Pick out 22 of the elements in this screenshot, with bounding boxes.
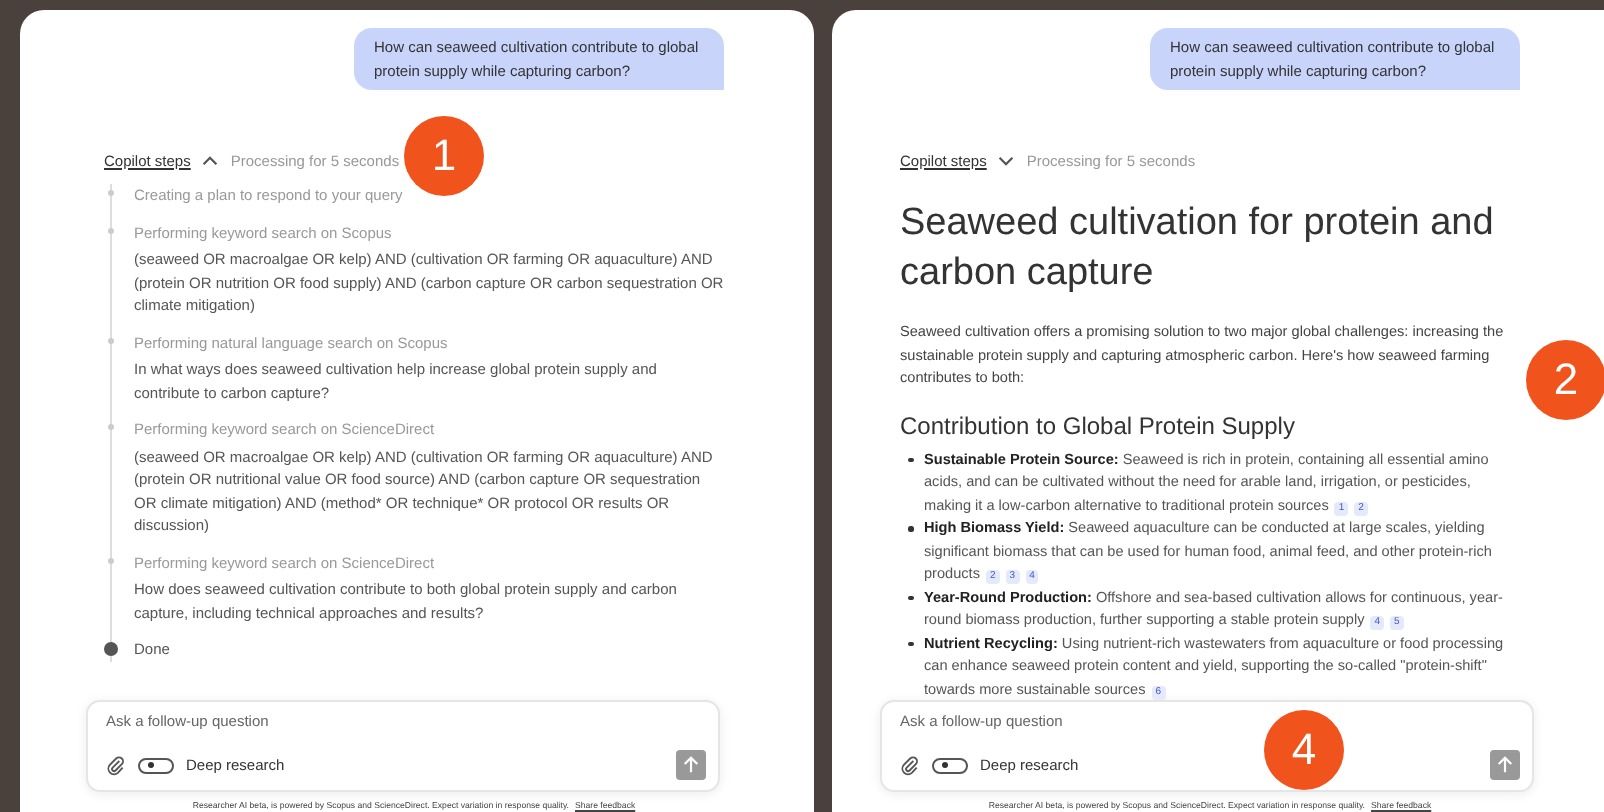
- paperclip-icon[interactable]: [900, 755, 920, 775]
- bullet-dot-icon: [908, 595, 913, 600]
- arrow-up-icon: [1496, 756, 1514, 774]
- chevron-icon[interactable]: [998, 156, 1015, 166]
- bullet-dot-icon: [908, 457, 913, 462]
- send-button[interactable]: [1490, 750, 1520, 780]
- section-heading: Contribution to Global Protein Supply: [900, 411, 1297, 439]
- answer-title: Seaweed cultivation for protein and carbon capture: [900, 200, 1496, 298]
- send-button[interactable]: [676, 750, 706, 780]
- step-dot-icon: [108, 424, 114, 430]
- paperclip-icon[interactable]: [106, 755, 126, 775]
- step-dot-icon: [108, 190, 114, 196]
- deep-research-toggle[interactable]: [932, 757, 968, 773]
- arrow-up-icon: [682, 756, 700, 774]
- step-dot-icon: [108, 557, 114, 563]
- bullet-dot-icon: [908, 641, 913, 646]
- chevron-icon[interactable]: [202, 156, 219, 166]
- step-dot-icon: [108, 227, 114, 233]
- step-dot-icon: [108, 337, 114, 343]
- deep-research-toggle[interactable]: [138, 757, 174, 773]
- bullet-dot-icon: [908, 526, 913, 531]
- done-dot-icon: [104, 642, 118, 656]
